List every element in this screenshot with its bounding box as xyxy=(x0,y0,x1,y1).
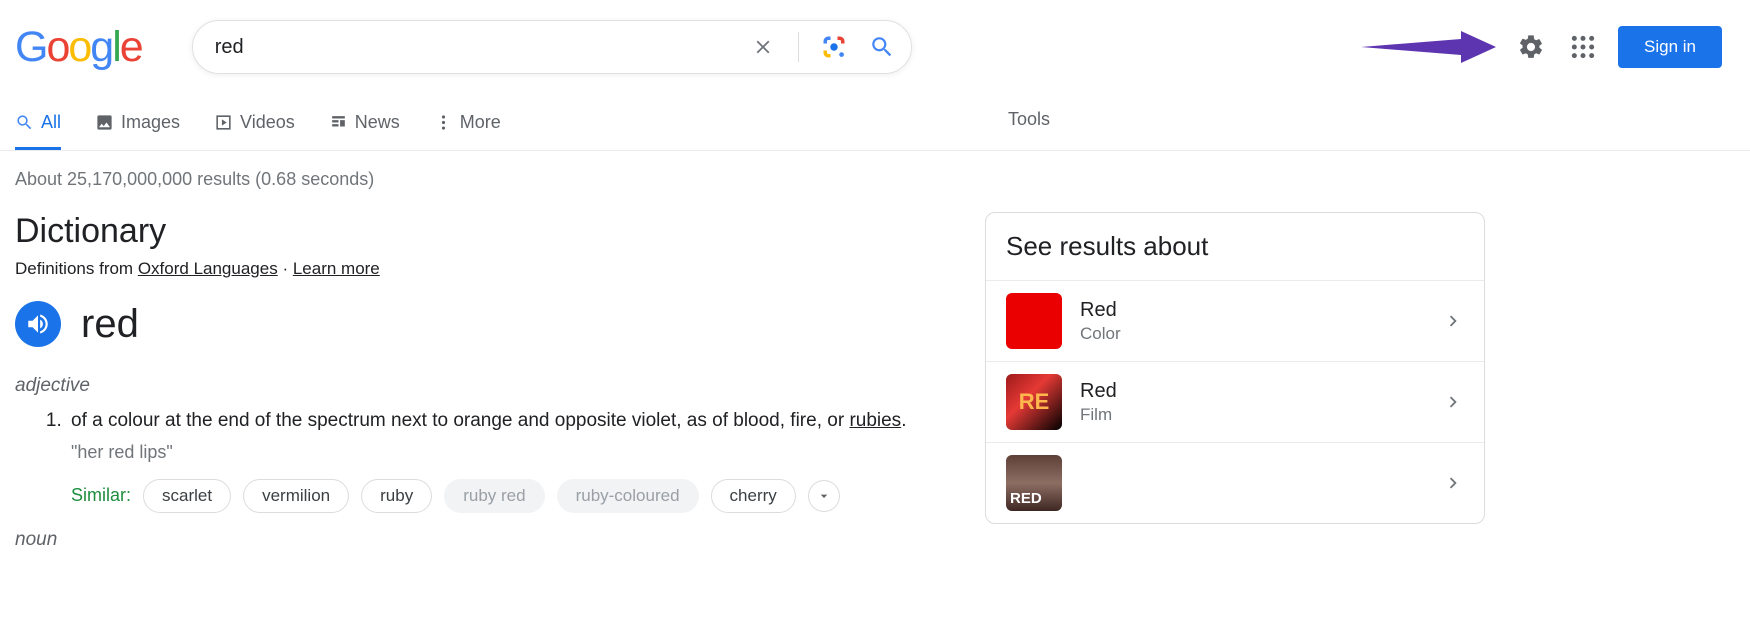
dictionary-source: Definitions from Oxford Languages · Lear… xyxy=(15,259,935,279)
search-actions xyxy=(746,30,899,64)
source-link[interactable]: Oxford Languages xyxy=(138,259,278,278)
chevron-right-icon xyxy=(1442,391,1464,413)
tabs: All Images Videos News More xyxy=(15,102,501,150)
more-icon xyxy=(434,113,453,132)
similar-chip[interactable]: cherry xyxy=(711,479,796,513)
content: Dictionary Definitions from Oxford Langu… xyxy=(0,212,1750,551)
divider xyxy=(798,32,799,62)
tools-button[interactable]: Tools xyxy=(1008,109,1050,144)
panel-item-film[interactable]: Red Film xyxy=(986,361,1484,442)
thumbnail xyxy=(1006,374,1062,430)
definitions: of a colour at the end of the spectrum n… xyxy=(33,407,935,465)
speaker-icon xyxy=(25,311,51,337)
signin-button[interactable]: Sign in xyxy=(1618,26,1722,68)
panel-text: Red Color xyxy=(1080,299,1121,344)
example-sentence: "her red lips" xyxy=(71,439,935,465)
thumbnail xyxy=(1006,293,1062,349)
chevron-right-icon xyxy=(1442,472,1464,494)
tab-more[interactable]: More xyxy=(434,102,501,150)
arrow-annotation xyxy=(1361,25,1496,69)
tabs-bar: All Images Videos News More Tools xyxy=(0,102,1750,151)
settings-icon[interactable] xyxy=(1514,30,1548,64)
similar-row: Similar: scarlet vermilion ruby ruby red… xyxy=(71,479,935,513)
tab-label: News xyxy=(355,112,400,133)
similar-chip[interactable]: scarlet xyxy=(143,479,231,513)
similar-label: Similar: xyxy=(71,485,131,506)
search-input[interactable] xyxy=(215,36,746,59)
similar-chip[interactable]: vermilion xyxy=(243,479,349,513)
main-column: Dictionary Definitions from Oxford Langu… xyxy=(15,212,935,551)
lens-icon[interactable] xyxy=(817,30,851,64)
thumbnail xyxy=(1006,455,1062,511)
part-of-speech: noun xyxy=(15,529,935,551)
similar-chip[interactable]: ruby red xyxy=(444,479,544,513)
side-column: See results about Red Color Red Film xyxy=(985,212,1485,551)
similar-chip[interactable]: ruby-coloured xyxy=(557,479,699,513)
tab-images[interactable]: Images xyxy=(95,102,180,150)
pronounce-button[interactable] xyxy=(15,301,61,347)
headword: red xyxy=(81,302,139,347)
panel-text: Red Film xyxy=(1080,380,1117,425)
tab-label: Videos xyxy=(240,112,295,133)
search-icon[interactable] xyxy=(865,30,899,64)
similar-chip[interactable]: ruby xyxy=(361,479,432,513)
definition-item: of a colour at the end of the spectrum n… xyxy=(67,407,935,465)
search-box[interactable] xyxy=(192,20,912,74)
news-icon xyxy=(329,113,348,132)
word-row: red xyxy=(15,301,935,347)
tab-label: More xyxy=(460,112,501,133)
chevron-down-icon xyxy=(816,488,832,504)
search-icon xyxy=(15,113,34,132)
apps-icon[interactable] xyxy=(1566,30,1600,64)
chevron-right-icon xyxy=(1442,310,1464,332)
result-stats: About 25,170,000,000 results (0.68 secon… xyxy=(0,151,1750,190)
tab-videos[interactable]: Videos xyxy=(214,102,295,150)
dictionary-title: Dictionary xyxy=(15,212,935,251)
definition-link[interactable]: rubies xyxy=(849,410,901,431)
tab-news[interactable]: News xyxy=(329,102,400,150)
google-logo[interactable]: Google xyxy=(15,23,142,72)
panel-item-film2[interactable] xyxy=(986,442,1484,523)
panel-title: See results about xyxy=(986,213,1484,280)
expand-similar-button[interactable] xyxy=(808,480,840,512)
video-icon xyxy=(214,113,233,132)
header-right: Sign in xyxy=(1361,25,1722,69)
image-icon xyxy=(95,113,114,132)
header: Google Sign in xyxy=(0,0,1750,74)
clear-icon[interactable] xyxy=(746,30,780,64)
learn-more-link[interactable]: Learn more xyxy=(293,259,380,278)
part-of-speech: adjective xyxy=(15,375,935,397)
tab-label: All xyxy=(41,112,61,133)
knowledge-panel: See results about Red Color Red Film xyxy=(985,212,1485,524)
tab-all[interactable]: All xyxy=(15,102,61,150)
tab-label: Images xyxy=(121,112,180,133)
panel-item-color[interactable]: Red Color xyxy=(986,280,1484,361)
